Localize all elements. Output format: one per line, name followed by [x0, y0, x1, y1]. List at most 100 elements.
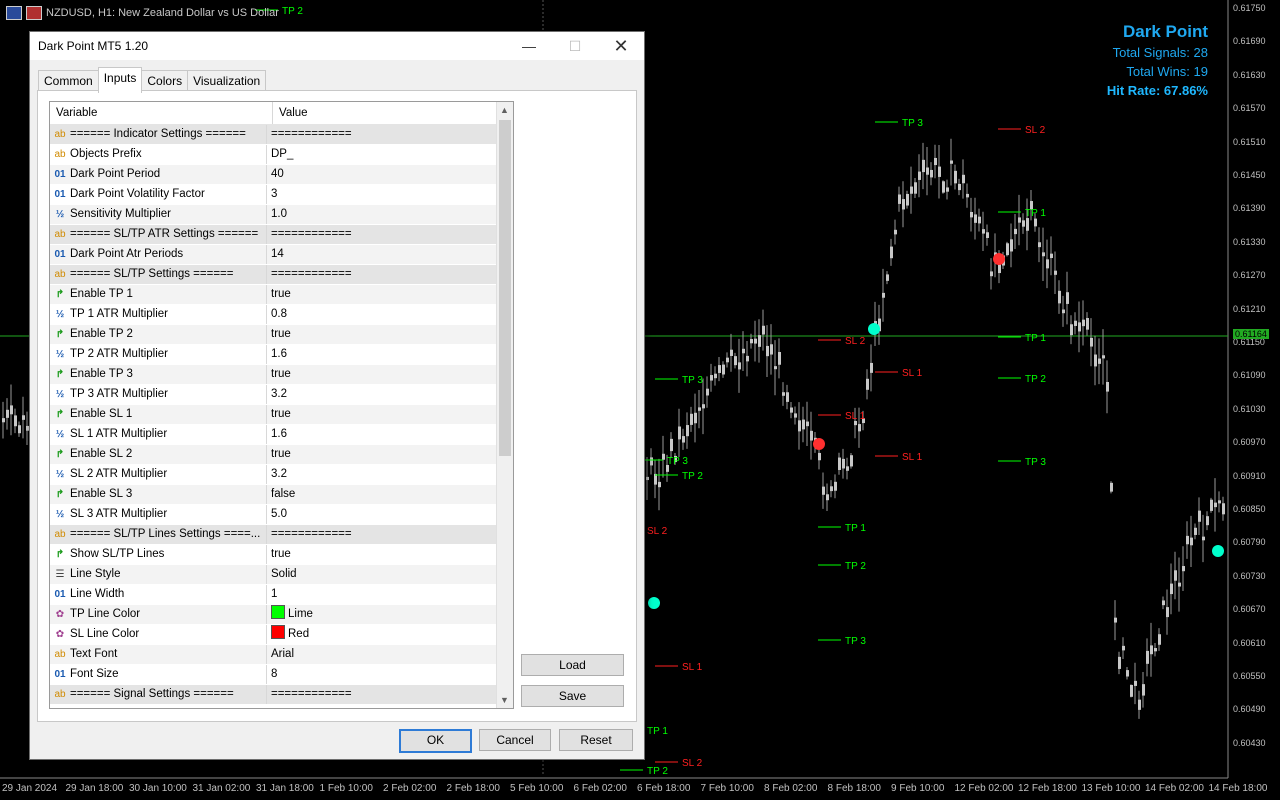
level-label: SL 2 — [845, 336, 866, 347]
dialog-titlebar[interactable]: Dark Point MT5 1.20 — ☐ ✕ — [30, 32, 644, 60]
save-button[interactable]: Save — [521, 685, 624, 707]
value-cell[interactable]: true — [267, 365, 513, 384]
value-cell[interactable]: 1.6 — [267, 425, 513, 444]
input-row[interactable]: ab Objects Prefix DP_ — [50, 145, 513, 165]
input-row[interactable]: ↱ Enable TP 1 true — [50, 285, 513, 305]
input-row[interactable]: ½ TP 1 ATR Multiplier 0.8 — [50, 305, 513, 325]
value-cell[interactable]: true — [267, 325, 513, 344]
candle-body — [14, 415, 17, 427]
input-row[interactable]: ✿ TP Line Color Lime — [50, 605, 513, 625]
scroll-down-icon[interactable]: ▼ — [500, 695, 509, 705]
value-cell[interactable]: Arial — [267, 645, 513, 664]
variable-value: 14 — [271, 248, 284, 260]
column-variable[interactable]: Variable — [50, 102, 273, 124]
grid-scrollbar[interactable]: ▲ ▼ — [496, 102, 513, 708]
type-ab-icon: ab — [54, 689, 66, 700]
input-row[interactable]: ↱ Show SL/TP Lines true — [50, 545, 513, 565]
input-row[interactable]: ☰ Line Style Solid — [50, 565, 513, 585]
input-row[interactable]: ↱ Enable SL 3 false — [50, 485, 513, 505]
value-cell[interactable]: 14 — [267, 245, 513, 264]
variable-name: ====== Indicator Settings ====== — [70, 128, 246, 140]
input-row[interactable]: ab ====== Signal Settings ====== =========… — [50, 685, 513, 705]
ok-button[interactable]: OK — [399, 729, 472, 753]
candle-body — [670, 438, 673, 452]
value-cell[interactable]: 3.2 — [267, 385, 513, 404]
candle-body — [1222, 503, 1225, 515]
input-row[interactable]: ½ Sensitivity Multiplier 1.0 — [50, 205, 513, 225]
value-cell[interactable]: 3 — [267, 185, 513, 204]
column-value[interactable]: Value — [273, 102, 513, 124]
level-label: TP 1 — [1025, 208, 1046, 219]
close-icon[interactable]: ✕ — [598, 32, 644, 60]
value-cell[interactable]: 1.0 — [267, 205, 513, 224]
variable-value: ============ — [271, 228, 352, 240]
input-row[interactable]: ab ====== SL/TP Lines Settings ====... ===… — [50, 525, 513, 545]
candle-body — [906, 193, 909, 206]
input-row[interactable]: ab ====== SL/TP ATR Settings ====== ======… — [50, 225, 513, 245]
value-cell[interactable]: 8 — [267, 665, 513, 684]
value-cell[interactable]: ============ — [267, 125, 513, 144]
variable-value: Red — [288, 628, 310, 640]
input-row[interactable]: ½ SL 3 ATR Multiplier 5.0 — [50, 505, 513, 525]
variable-cell: ½ SL 2 ATR Multiplier — [50, 465, 267, 484]
value-cell[interactable]: true — [267, 445, 513, 464]
value-cell[interactable]: Red — [267, 625, 513, 644]
input-row[interactable]: ab ====== SL/TP Settings ====== ==========… — [50, 265, 513, 285]
load-button[interactable]: Load — [521, 654, 624, 676]
tab-inputs[interactable]: Inputs — [97, 67, 143, 93]
input-row[interactable]: ½ TP 2 ATR Multiplier 1.6 — [50, 345, 513, 365]
input-row[interactable]: 01 Line Width 1 — [50, 585, 513, 605]
value-cell[interactable]: 1 — [267, 585, 513, 604]
input-row[interactable]: ½ SL 1 ATR Multiplier 1.6 — [50, 425, 513, 445]
type-half-icon: ½ — [55, 389, 65, 400]
value-cell[interactable]: 40 — [267, 165, 513, 184]
candle-body — [1158, 634, 1161, 645]
input-row[interactable]: ab Text Font Arial — [50, 645, 513, 665]
value-cell[interactable]: 0.8 — [267, 305, 513, 324]
value-cell[interactable]: ============ — [267, 225, 513, 244]
level-label: SL 2 — [682, 758, 703, 769]
variable-value: Lime — [288, 608, 313, 620]
scroll-thumb[interactable] — [499, 120, 511, 456]
input-row[interactable]: ↱ Enable TP 2 true — [50, 325, 513, 345]
level-label: TP 3 — [845, 636, 866, 647]
value-cell[interactable]: ============ — [267, 685, 513, 704]
candle-body — [730, 349, 733, 356]
value-cell[interactable]: true — [267, 405, 513, 424]
value-cell[interactable]: ============ — [267, 265, 513, 284]
candle-body — [702, 404, 705, 409]
minimize-icon[interactable]: — — [506, 32, 552, 60]
value-cell[interactable]: ============ — [267, 525, 513, 544]
input-row[interactable]: ↱ Enable TP 3 true — [50, 365, 513, 385]
value-cell[interactable]: 3.2 — [267, 465, 513, 484]
cancel-button[interactable]: Cancel — [479, 729, 551, 751]
candle-body — [742, 348, 745, 354]
chart-flag-icon[interactable] — [26, 6, 42, 20]
input-row[interactable]: ↱ Enable SL 1 true — [50, 405, 513, 425]
input-row[interactable]: 01 Dark Point Volatility Factor 3 — [50, 185, 513, 205]
type-half-icon: ½ — [55, 209, 65, 220]
input-row[interactable]: ½ SL 2 ATR Multiplier 3.2 — [50, 465, 513, 485]
input-row[interactable]: ↱ Enable SL 2 true — [50, 445, 513, 465]
chart-menu-icon[interactable] — [6, 6, 22, 20]
value-cell[interactable]: false — [267, 485, 513, 504]
reset-button[interactable]: Reset — [559, 729, 633, 751]
value-cell[interactable]: Solid — [267, 565, 513, 584]
inputs-grid: Variable Value ab ====== Indicator Settin… — [49, 101, 514, 709]
input-row[interactable]: 01 Font Size 8 — [50, 665, 513, 685]
input-row[interactable]: ½ TP 3 ATR Multiplier 3.2 — [50, 385, 513, 405]
input-row[interactable]: 01 Dark Point Atr Periods 14 — [50, 245, 513, 265]
value-cell[interactable]: true — [267, 545, 513, 564]
input-row[interactable]: 01 Dark Point Period 40 — [50, 165, 513, 185]
candle-body — [1194, 527, 1197, 535]
candle-body — [686, 425, 689, 437]
value-cell[interactable]: 5.0 — [267, 505, 513, 524]
price-tick: 0.60790 — [1233, 537, 1266, 548]
scroll-up-icon[interactable]: ▲ — [500, 105, 509, 115]
value-cell[interactable]: 1.6 — [267, 345, 513, 364]
input-row[interactable]: ✿ SL Line Color Red — [50, 625, 513, 645]
input-row[interactable]: ab ====== Indicator Settings ====== ======… — [50, 125, 513, 145]
value-cell[interactable]: DP_ — [267, 145, 513, 164]
value-cell[interactable]: Lime — [267, 605, 513, 624]
value-cell[interactable]: true — [267, 285, 513, 304]
